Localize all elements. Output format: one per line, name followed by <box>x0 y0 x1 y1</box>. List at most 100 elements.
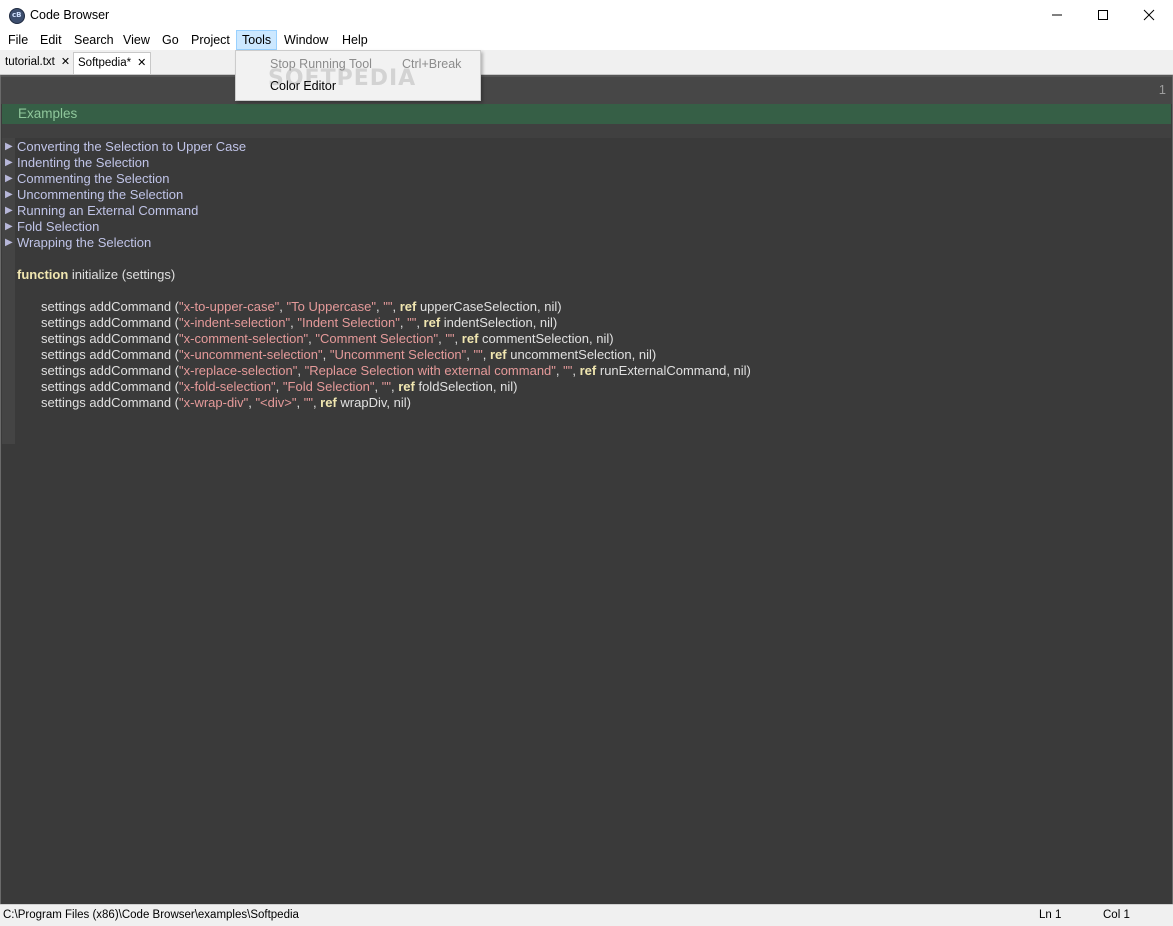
column-indicator: Col 1 <box>1103 909 1130 921</box>
fold-section-link[interactable]: Wrapping the Selection <box>17 235 151 251</box>
string-literal: "x-replace-selection" <box>179 363 298 378</box>
fold-section-link[interactable]: Commenting the Selection <box>17 171 169 187</box>
code-token: foldSelection <box>418 379 493 394</box>
fold-arrow-icon[interactable]: ▶ <box>5 155 13 171</box>
tab-close-icon[interactable]: ✕ <box>61 56 70 68</box>
keyword: ref <box>398 379 415 394</box>
code-separator: , <box>454 331 462 346</box>
fold-arrow-icon[interactable]: ▶ <box>5 171 13 187</box>
code-token: settings addCommand ( <box>41 331 180 346</box>
keyword: ref <box>579 363 597 378</box>
fold-section-link[interactable]: Fold Selection <box>17 219 99 235</box>
string-literal: "" <box>445 331 455 346</box>
keyword: ref <box>423 315 441 330</box>
minimize-button[interactable] <box>1034 0 1080 30</box>
code-separator: , <box>416 315 424 330</box>
tab-softpedia[interactable]: Softpedia* ✕ <box>73 52 152 74</box>
keyword: ref <box>461 331 479 346</box>
code-token: settings addCommand ( <box>41 347 180 362</box>
menu-edit[interactable]: Edit <box>35 31 67 49</box>
code-token: settings addCommand ( <box>41 299 180 314</box>
fold-section-link[interactable]: Indenting the Selection <box>17 155 149 171</box>
code-line: settings addCommand ("x-indent-selection… <box>41 315 557 331</box>
tab-label: tutorial.txt <box>5 56 55 68</box>
string-literal: "x-uncomment-selection" <box>179 347 323 362</box>
function-line: function initialize (settings) <box>17 267 175 283</box>
menu-go[interactable]: Go <box>157 31 184 49</box>
code-token: wrapDiv <box>340 395 387 410</box>
code-line: settings addCommand ("x-fold-selection",… <box>41 379 517 395</box>
string-literal: "" <box>473 347 483 362</box>
tab-bar: tutorial.txt ✕ Softpedia* ✕ <box>0 50 1173 75</box>
menu-search[interactable]: Search <box>69 31 119 49</box>
function-signature: initialize (settings) <box>68 267 176 282</box>
code-separator: , <box>322 347 330 362</box>
menu-help[interactable]: Help <box>337 31 373 49</box>
code-line: settings addCommand ("x-wrap-div", "<div… <box>41 395 411 411</box>
code-token: , nil) <box>537 299 562 314</box>
fold-section-link[interactable]: Uncommenting the Selection <box>17 187 183 203</box>
code-token: , nil) <box>532 315 558 330</box>
code-token: runExternalCommand <box>599 363 727 378</box>
function-keyword: function <box>17 267 69 282</box>
code-separator: , <box>279 299 287 314</box>
tab-tutorial[interactable]: tutorial.txt ✕ <box>1 52 74 73</box>
fold-arrow-icon[interactable]: ▶ <box>5 235 13 251</box>
keyword: ref <box>320 395 337 410</box>
string-literal: "" <box>303 395 313 410</box>
status-bar: C:\Program Files (x86)\Code Browser\exam… <box>0 904 1173 926</box>
close-window-button[interactable] <box>1126 0 1172 30</box>
fold-arrow-icon[interactable]: ▶ <box>5 219 13 235</box>
string-literal: "Replace Selection with external command… <box>304 363 556 378</box>
string-literal: "Comment Selection" <box>315 331 439 346</box>
maximize-icon <box>1098 10 1108 20</box>
code-separator: , <box>275 379 283 394</box>
string-literal: "To Uppercase" <box>286 299 376 314</box>
code-line: settings addCommand ("x-comment-selectio… <box>41 331 614 347</box>
code-token: , nil) <box>386 395 411 410</box>
menu-tools[interactable]: Tools <box>236 30 278 50</box>
menu-project[interactable]: Project <box>186 31 235 49</box>
string-literal: "Fold Selection" <box>282 379 375 394</box>
string-literal: "x-wrap-div" <box>179 395 249 410</box>
code-token: commentSelection <box>482 331 589 346</box>
tab-label: Softpedia* <box>78 57 132 69</box>
file-path: C:\Program Files (x86)\Code Browser\exam… <box>3 909 299 921</box>
code-token: settings addCommand ( <box>41 363 180 378</box>
keyword: ref <box>399 299 417 314</box>
menu-window[interactable]: Window <box>279 31 333 49</box>
code-editor[interactable]: 1 Examples ▶ Converting the Selection to … <box>0 75 1173 904</box>
fold-arrow-icon[interactable]: ▶ <box>5 187 13 203</box>
string-literal: "x-fold-selection" <box>179 379 276 394</box>
string-literal: "" <box>563 363 573 378</box>
menu-file[interactable]: File <box>3 31 33 49</box>
watermark: SOFTPEDIA <box>268 66 417 91</box>
heading-row: Examples <box>2 104 1171 124</box>
section-heading: Examples <box>18 106 78 121</box>
code-token: settings addCommand ( <box>41 395 180 410</box>
menu-view[interactable]: View <box>118 31 155 49</box>
line-number: 1 <box>1158 82 1166 97</box>
string-literal: "<div>" <box>255 395 297 410</box>
code-separator: , <box>374 379 382 394</box>
fold-section-link[interactable]: Running an External Command <box>17 203 198 219</box>
code-line: settings addCommand ("x-to-upper-case" , … <box>41 299 562 315</box>
code-separator: , <box>296 395 304 410</box>
maximize-button[interactable] <box>1080 0 1126 30</box>
code-token: , nil) <box>588 331 614 346</box>
tab-close-icon[interactable]: ✕ <box>137 57 146 69</box>
code-line: settings addCommand ("x-replace-selectio… <box>41 363 751 379</box>
editor-header: 1 <box>1 75 1172 104</box>
fold-arrow-icon[interactable]: ▶ <box>5 203 13 219</box>
code-separator: , <box>482 347 490 362</box>
code-separator: , <box>399 315 408 330</box>
code-separator: , <box>392 299 400 314</box>
string-literal: "Uncomment Selection" <box>329 347 467 362</box>
menu-bar: File Edit Search View Go Project Tools W… <box>0 30 1173 50</box>
fold-arrow-icon[interactable]: ▶ <box>5 139 13 155</box>
line-indicator: Ln 1 <box>1039 909 1062 921</box>
app-icon: cB <box>9 8 25 24</box>
code-line: settings addCommand ("x-uncomment-select… <box>41 347 656 363</box>
fold-section-link[interactable]: Converting the Selection to Upper Case <box>17 139 246 155</box>
code-token: , nil) <box>492 379 518 394</box>
